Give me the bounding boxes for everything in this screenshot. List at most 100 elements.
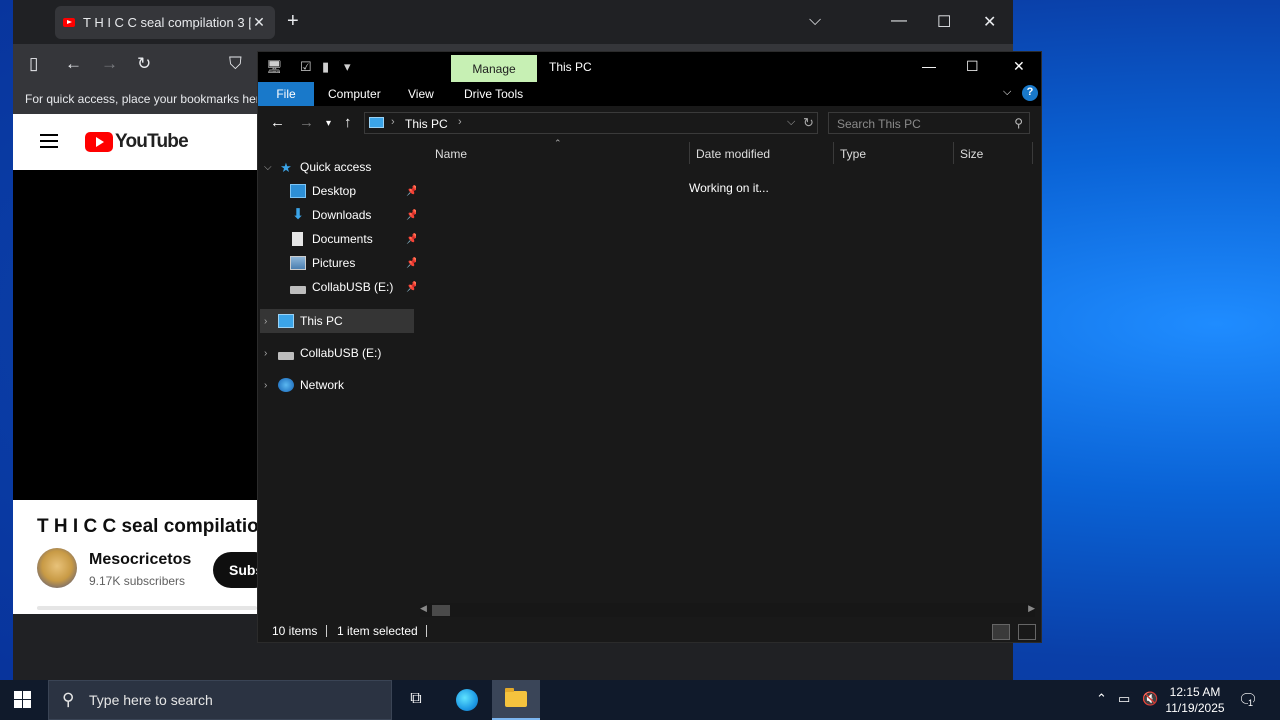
- back-arrow-icon[interactable]: ←: [270, 114, 285, 131]
- network-icon: [278, 378, 294, 392]
- breadcrumb[interactable]: This PC: [405, 117, 448, 131]
- help-icon[interactable]: ?: [1022, 85, 1038, 101]
- nav-label: Desktop: [312, 184, 357, 198]
- menu-icon[interactable]: [40, 134, 58, 148]
- divider: [37, 606, 257, 610]
- nav-network[interactable]: › Network: [264, 374, 344, 396]
- search-input[interactable]: Search This PC ⚲: [828, 112, 1030, 134]
- youtube-logo[interactable]: YouTube: [85, 131, 189, 153]
- address-bar[interactable]: › This PC › ⌵ ↻: [364, 112, 818, 134]
- nav-documents[interactable]: Documents 📌: [290, 228, 418, 250]
- tab-view[interactable]: View: [408, 82, 434, 106]
- new-tab-button[interactable]: +: [287, 10, 299, 33]
- nav-collabusb-pinned[interactable]: CollabUSB (E:) 📌: [290, 276, 418, 298]
- youtube-wordmark: YouTube: [115, 131, 189, 152]
- shield-icon[interactable]: ⛉: [229, 54, 242, 74]
- channel-name[interactable]: Mesocricetos: [89, 551, 191, 569]
- refresh-icon[interactable]: ↻: [803, 115, 814, 131]
- column-header-type[interactable]: Type: [840, 147, 866, 161]
- nav-collabusb-drive[interactable]: › CollabUSB (E:): [264, 342, 381, 364]
- column-divider[interactable]: [953, 142, 954, 164]
- qat-dropdown-icon[interactable]: ▾: [344, 59, 351, 75]
- taskbar-search-input[interactable]: ⚲ Type here to search: [48, 680, 392, 720]
- large-icons-view-icon[interactable]: [1018, 624, 1036, 640]
- navigation-pane: ⌵ ★ Quick access Desktop 📌 ⬇ Downloads 📌…: [258, 140, 419, 620]
- browser-close-button[interactable]: ✕: [983, 12, 996, 32]
- sidebar-toggle-icon[interactable]: ▯: [29, 54, 38, 74]
- taskbar: ⚲ Type here to search ⧉ ⌃ ▭ 🔇 12:15 AM 1…: [0, 680, 1280, 720]
- breadcrumb-chevron-icon[interactable]: ›: [391, 116, 395, 128]
- explorer-minimize-button[interactable]: —: [922, 58, 936, 74]
- nav-pictures[interactable]: Pictures 📌: [290, 252, 418, 274]
- tab-list-dropdown-icon[interactable]: ⌵: [809, 12, 821, 30]
- column-header-name[interactable]: Name: [435, 147, 467, 161]
- nav-label: CollabUSB (E:): [312, 280, 394, 294]
- back-button[interactable]: ←: [65, 54, 82, 74]
- system-clock[interactable]: 12:15 AM 11/19/2025: [1162, 684, 1228, 716]
- nav-label: This PC: [300, 314, 343, 328]
- forward-arrow-icon[interactable]: →: [299, 114, 314, 131]
- tab-file[interactable]: File: [258, 82, 314, 106]
- scroll-right-icon[interactable]: ▶: [1028, 603, 1035, 614]
- search-icon: ⚲: [1014, 116, 1023, 130]
- collapse-chevron-icon[interactable]: ⌵: [264, 162, 278, 173]
- expand-chevron-icon[interactable]: ›: [264, 348, 278, 359]
- network-tray-icon[interactable]: ▭: [1118, 691, 1130, 707]
- task-view-icon[interactable]: ⧉: [392, 680, 440, 720]
- browser-tab-youtube[interactable]: T H I C C seal compilation 3 [& ✕: [55, 6, 275, 39]
- horizontal-scrollbar[interactable]: ◀ ▶: [420, 603, 1035, 617]
- edge-browser-icon[interactable]: [443, 680, 491, 720]
- explorer-close-button[interactable]: ✕: [1013, 58, 1025, 75]
- document-icon: [292, 232, 303, 246]
- sort-ascending-icon: ⌃: [554, 138, 562, 148]
- start-button-windows-icon[interactable]: [14, 691, 32, 709]
- usb-drive-icon: [278, 352, 294, 360]
- breadcrumb-chevron-icon[interactable]: ›: [458, 116, 462, 128]
- nav-label: Pictures: [312, 256, 356, 270]
- file-explorer-icon[interactable]: [492, 680, 540, 720]
- tab-manage[interactable]: Manage: [451, 55, 537, 82]
- column-divider[interactable]: [833, 142, 834, 164]
- address-dropdown-icon[interactable]: ⌵: [787, 116, 795, 129]
- nav-quick-access[interactable]: ⌵ ★ Quick access: [264, 156, 371, 178]
- expand-ribbon-icon[interactable]: ⌵: [1003, 86, 1011, 99]
- column-header-size[interactable]: Size: [960, 147, 983, 161]
- expand-chevron-icon[interactable]: ›: [264, 316, 278, 327]
- forward-button[interactable]: →: [101, 54, 118, 74]
- column-divider[interactable]: [689, 142, 690, 164]
- video-title: T H I C C seal compilatio: [37, 516, 259, 537]
- scrollbar-thumb[interactable]: [432, 605, 450, 616]
- pc-icon: 🖥: [266, 59, 283, 74]
- recent-locations-icon[interactable]: ▾: [326, 118, 331, 129]
- column-header-date[interactable]: Date modified: [696, 147, 770, 161]
- scroll-left-icon[interactable]: ◀: [420, 603, 427, 614]
- video-player[interactable]: [13, 170, 258, 500]
- status-divider: [326, 625, 327, 637]
- tab-drive-tools[interactable]: Drive Tools: [464, 82, 523, 106]
- explorer-maximize-button[interactable]: ☐: [966, 58, 979, 75]
- column-divider[interactable]: [1032, 142, 1033, 164]
- browser-maximize-button[interactable]: ☐: [937, 12, 951, 32]
- show-hidden-icons-chevron-icon[interactable]: ⌃: [1096, 691, 1107, 707]
- new-folder-icon[interactable]: ▮: [322, 59, 329, 75]
- tab-close-icon[interactable]: ✕: [251, 14, 267, 31]
- ribbon-tabs: File Computer View Drive Tools ⌵ ?: [258, 82, 1041, 106]
- pictures-icon: [290, 256, 306, 270]
- nav-this-pc[interactable]: › This PC: [264, 310, 343, 332]
- address-row: ← → ▾ ↑ › This PC › ⌵ ↻ Search This PC ⚲: [258, 106, 1041, 140]
- reload-button[interactable]: ↻: [137, 54, 151, 74]
- youtube-favicon-icon: [63, 18, 75, 27]
- up-arrow-icon[interactable]: ↑: [344, 114, 352, 131]
- subscriber-count: 9.17K subscribers: [89, 574, 186, 588]
- nav-downloads[interactable]: ⬇ Downloads 📌: [290, 204, 419, 226]
- volume-muted-icon[interactable]: 🔇: [1142, 691, 1158, 707]
- browser-minimize-button[interactable]: —: [891, 12, 907, 30]
- nav-desktop[interactable]: Desktop 📌: [290, 180, 418, 202]
- download-arrow-icon: ⬇: [291, 206, 305, 223]
- expand-chevron-icon[interactable]: ›: [264, 380, 278, 391]
- properties-icon[interactable]: ☑: [300, 59, 312, 75]
- channel-avatar[interactable]: [37, 548, 77, 588]
- notification-center-icon[interactable]: 🗨1: [1238, 690, 1258, 710]
- tab-computer[interactable]: Computer: [328, 82, 381, 106]
- details-view-icon[interactable]: [992, 624, 1010, 640]
